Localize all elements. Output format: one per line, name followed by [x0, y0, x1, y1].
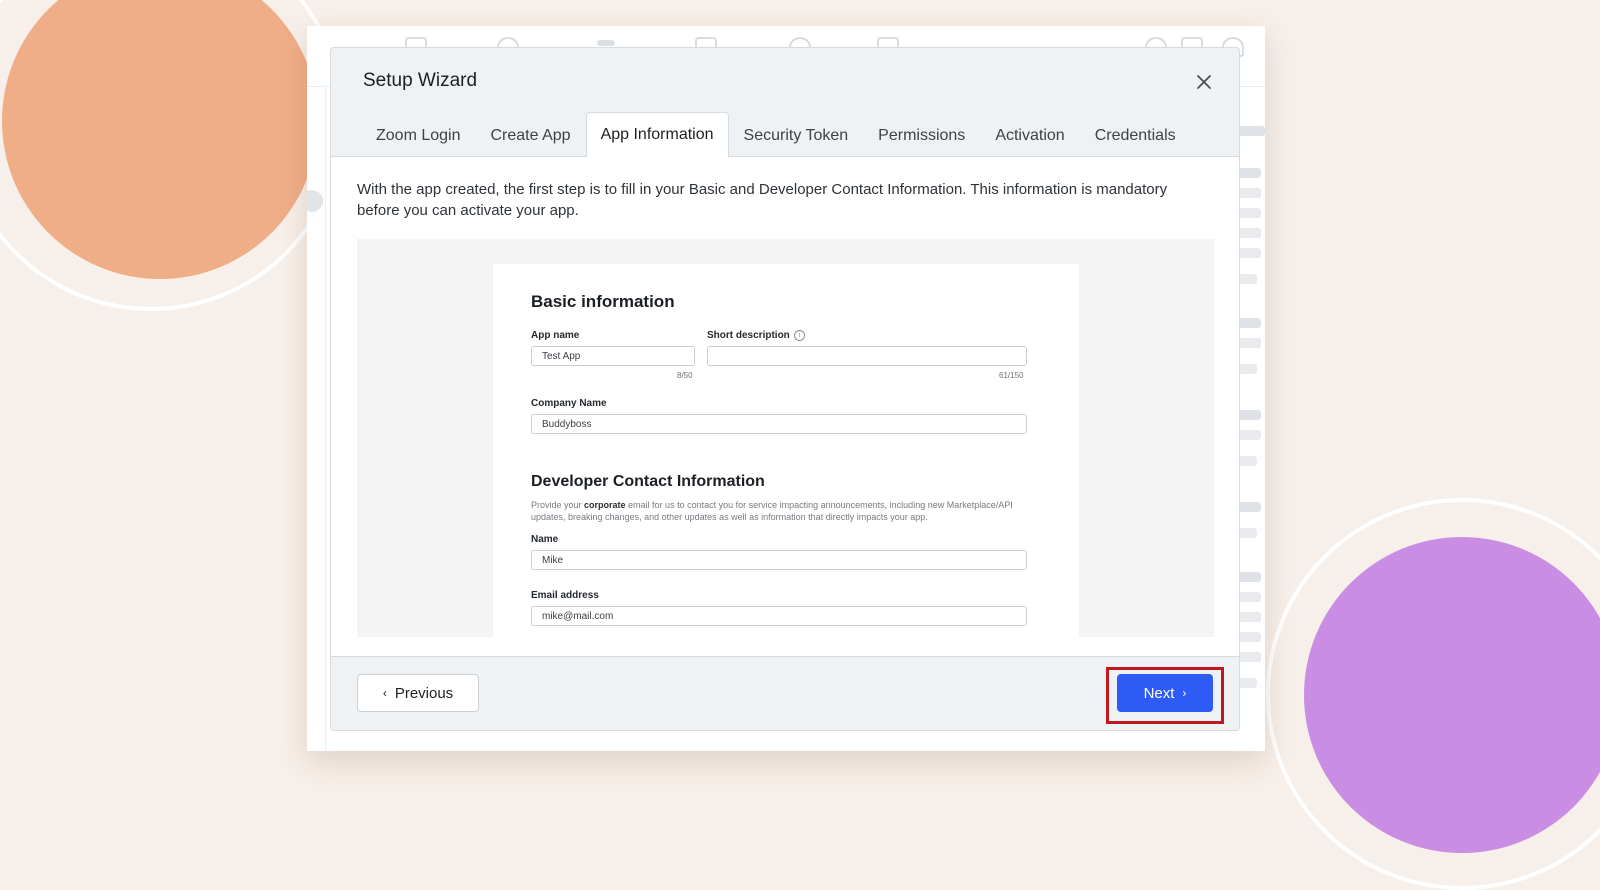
company-name-input: Buddyboss — [531, 414, 1027, 434]
email-address-input: mike@mail.com — [531, 606, 1027, 626]
developer-contact-description-prefix: Provide your — [531, 500, 585, 510]
developer-contact-heading: Developer Contact Information — [531, 473, 765, 490]
background-text-line — [1237, 612, 1261, 622]
previous-button[interactable]: ‹ Previous — [357, 674, 479, 712]
email-address-label: Email address — [531, 590, 599, 601]
next-button-label: Next — [1143, 684, 1175, 702]
background-text-line — [1237, 456, 1257, 466]
chevron-right-icon: › — [1182, 686, 1187, 700]
info-icon: i — [793, 330, 805, 341]
background-text-line — [1237, 572, 1261, 582]
close-button[interactable] — [1193, 71, 1215, 93]
short-description-input — [707, 346, 1027, 366]
background-left-column — [307, 86, 326, 751]
background-text-line — [1237, 430, 1261, 440]
background-avatar — [307, 190, 323, 212]
background-text-line — [1237, 274, 1257, 284]
decorative-circle-purple — [1304, 537, 1600, 853]
chevron-left-icon: ‹ — [382, 686, 387, 700]
company-name-label: Company Name — [531, 398, 607, 409]
modal-body: With the app created, the first step is … — [331, 157, 1239, 637]
background-text-line — [1237, 502, 1261, 512]
background-text-line — [1237, 126, 1265, 136]
short-description-counter: 61/150 — [999, 371, 1024, 380]
tab-activation[interactable]: Activation — [980, 113, 1079, 157]
tab-credentials[interactable]: Credentials — [1080, 113, 1191, 157]
background-text-line — [1237, 592, 1261, 602]
background-text-line — [1237, 410, 1261, 420]
background-text-line — [1237, 318, 1261, 328]
background-text-line — [1237, 632, 1261, 642]
contact-name-label: Name — [531, 534, 559, 545]
screenshot-preview: Basic information App name Test App 8/50… — [357, 239, 1214, 637]
modal-footer: ‹ Previous Next › — [331, 656, 1239, 730]
wizard-tabs: Zoom Login Create App App Information Se… — [361, 112, 1191, 157]
background-text-line — [1237, 678, 1257, 688]
background-text-line — [1237, 652, 1261, 662]
tab-app-information[interactable]: App Information — [585, 112, 729, 157]
contact-name-input: Mike — [531, 550, 1027, 570]
tab-permissions[interactable]: Permissions — [863, 113, 980, 157]
preview-form-card: Basic information App name Test App 8/50… — [493, 264, 1079, 637]
tab-security-token[interactable]: Security Token — [729, 113, 864, 157]
short-description-label: Short description i — [707, 330, 805, 341]
close-icon — [1197, 75, 1211, 89]
short-description-label-text: Short description — [707, 330, 790, 341]
background-text-line — [1237, 528, 1257, 538]
modal-title: Setup Wizard — [363, 70, 478, 91]
background-text-line — [1237, 364, 1257, 374]
developer-contact-description-bold: corporate — [584, 500, 626, 510]
background-right-column — [1237, 86, 1265, 751]
tab-create-app[interactable]: Create App — [476, 113, 586, 157]
background-text-line — [1237, 338, 1261, 348]
tab-zoom-login[interactable]: Zoom Login — [361, 113, 476, 157]
next-button[interactable]: Next › — [1117, 674, 1213, 712]
background-text-line — [1237, 248, 1261, 258]
app-name-input: Test App — [531, 346, 695, 366]
background-text-line — [1237, 228, 1261, 238]
developer-contact-description: Provide your corporate email for us to c… — [531, 499, 1031, 523]
background-text-line — [1237, 188, 1261, 198]
background-text-line — [1237, 168, 1261, 178]
app-name-label: App name — [531, 330, 580, 341]
intro-text: With the app created, the first step is … — [357, 181, 1168, 219]
background-topbar-icon — [597, 40, 615, 46]
app-name-counter: 8/50 — [677, 371, 693, 380]
modal-header: Setup Wizard Zoom Login Create App App I… — [331, 48, 1239, 157]
previous-button-label: Previous — [394, 684, 454, 702]
setup-wizard-modal: Setup Wizard Zoom Login Create App App I… — [330, 47, 1240, 731]
background-text-line — [1237, 208, 1261, 218]
basic-info-heading: Basic information — [531, 292, 675, 311]
